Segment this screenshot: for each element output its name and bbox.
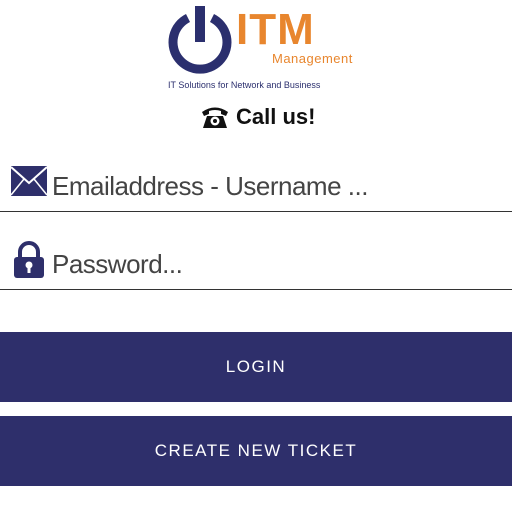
login-button[interactable]: LOGIN xyxy=(0,332,512,402)
email-input[interactable] xyxy=(52,166,502,206)
logo-name: ITM xyxy=(236,5,315,54)
create-ticket-button[interactable]: CREATE NEW TICKET xyxy=(0,416,512,486)
company-logo: ITM Management IT Solutions for Network … xyxy=(164,2,354,94)
power-icon xyxy=(168,6,232,74)
password-field-row xyxy=(0,236,512,290)
email-field-row xyxy=(0,158,512,212)
login-screen: ITM Management IT Solutions for Network … xyxy=(0,0,512,512)
call-us-link[interactable]: Call us! xyxy=(200,100,315,134)
phone-icon xyxy=(202,107,228,128)
logo-subtitle: Management xyxy=(272,51,353,66)
call-us-label: Call us! xyxy=(236,104,316,129)
password-input[interactable] xyxy=(52,244,502,284)
logo-tagline: IT Solutions for Network and Business xyxy=(168,80,321,90)
envelope-icon xyxy=(10,166,48,196)
lock-icon xyxy=(14,241,44,278)
